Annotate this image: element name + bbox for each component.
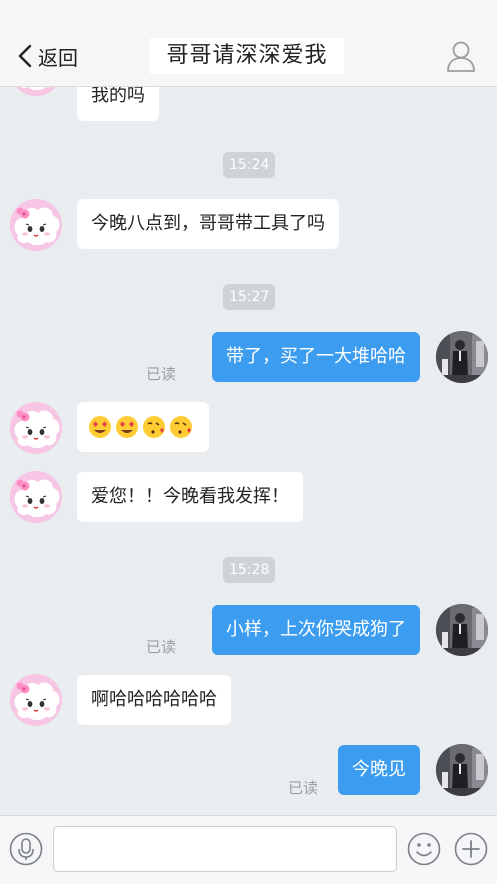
voice-button[interactable]: [9, 832, 43, 870]
message-outgoing[interactable]: 小样，上次你哭成狗了: [212, 605, 420, 655]
person-icon: [447, 41, 475, 72]
kissing-heart-emoji: [143, 416, 165, 438]
heart-eyes-emoji: [116, 416, 138, 438]
read-receipt: 已读: [288, 779, 319, 797]
contact-avatar[interactable]: [10, 402, 62, 454]
message-incoming[interactable]: 今晚八点到，哥哥带工具了吗: [77, 199, 339, 249]
read-receipt: 已读: [146, 365, 177, 383]
my-avatar[interactable]: [436, 744, 488, 796]
timestamp: 15:28: [223, 557, 276, 583]
page-title: 哥哥请深深爱我: [150, 38, 344, 74]
contact-avatar-image: [10, 199, 62, 251]
more-button[interactable]: [454, 832, 488, 870]
timestamp: 15:27: [223, 284, 276, 310]
message-outgoing[interactable]: 带了，买了一大堆哈哈: [212, 332, 420, 382]
my-avatar[interactable]: [436, 604, 488, 656]
contact-avatar[interactable]: [10, 199, 62, 251]
nav-header: 返回 哥哥请深深爱我: [0, 0, 497, 87]
chevron-left-icon: [18, 44, 32, 68]
message-incoming-emoji[interactable]: [77, 402, 209, 452]
contact-avatar[interactable]: [10, 471, 62, 523]
plus-icon: [454, 832, 488, 866]
contact-avatar-image: [10, 674, 62, 726]
timestamp: 15:24: [223, 152, 276, 178]
message-incoming[interactable]: 啊哈哈哈哈哈哈: [77, 675, 231, 725]
profile-button[interactable]: [446, 40, 476, 72]
heart-eyes-emoji: [89, 416, 111, 438]
my-avatar-image: [436, 744, 488, 796]
back-button[interactable]: 返回: [18, 40, 78, 72]
contact-avatar[interactable]: [10, 674, 62, 726]
back-label: 返回: [38, 45, 78, 70]
emoji-button[interactable]: [407, 832, 441, 870]
microphone-icon: [9, 832, 43, 866]
my-avatar-image: [436, 331, 488, 383]
message-incoming[interactable]: 爱您！！今晚看我发挥！: [77, 472, 303, 522]
contact-avatar-image: [10, 402, 62, 454]
smiley-icon: [407, 832, 441, 866]
kissing-heart-emoji: [170, 416, 192, 438]
contact-avatar-image: [10, 471, 62, 523]
read-receipt: 已读: [146, 638, 177, 656]
message-input[interactable]: [53, 826, 397, 872]
emoji-row: [89, 416, 192, 438]
my-avatar-image: [436, 604, 488, 656]
chat-area[interactable]: 我的吗 15:24 今晚八点到，哥哥带工具了吗 15:27 已读 带了，买了一大…: [0, 0, 497, 815]
input-bar: [0, 815, 497, 884]
message-outgoing[interactable]: 今晚见: [338, 745, 420, 795]
my-avatar[interactable]: [436, 331, 488, 383]
